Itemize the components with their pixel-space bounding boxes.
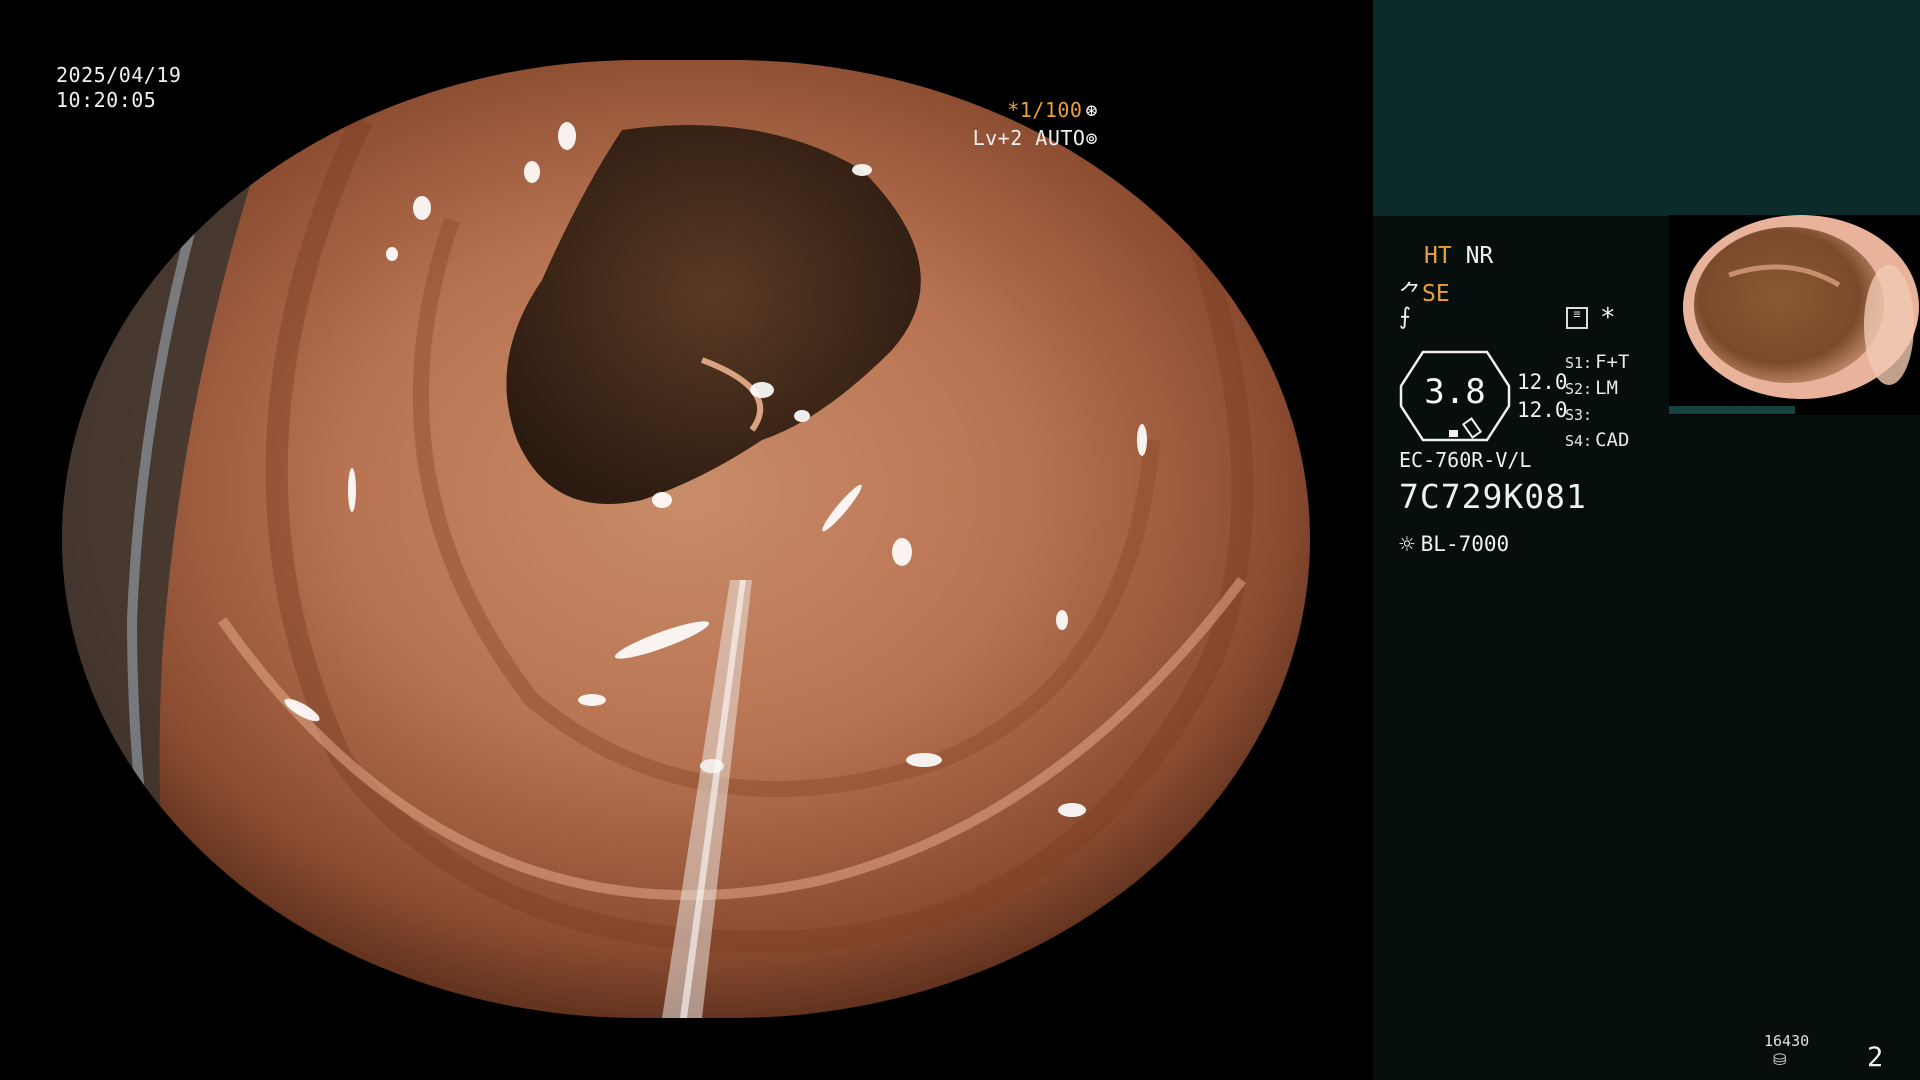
- level-value: Lv+2 AUTO: [972, 126, 1086, 150]
- shutter-icon: ⊛: [1085, 98, 1098, 122]
- switch-s3: S3:: [1565, 406, 1593, 424]
- reading-1: 12.0: [1517, 370, 1568, 394]
- time-label: 10:20:05: [56, 88, 157, 112]
- light-source-row: ☼ BL-7000: [1399, 530, 1509, 560]
- info-panel: HT NR ⺈SE ⨍ ≡ * 3.8 12.0 12.0 S1: F+T S2:…: [1373, 0, 1920, 1080]
- storage-disk-icon: ⛁: [1773, 1050, 1787, 1069]
- se-row: ⺈SE: [1399, 274, 1450, 308]
- ht-nr-row: HT NR: [1424, 243, 1493, 269]
- thumbnail-bar: [1669, 406, 1795, 414]
- switch-s2: S2: LM: [1565, 377, 1618, 399]
- panel-top-band: [1373, 0, 1920, 216]
- page-number: 2: [1867, 1042, 1884, 1073]
- scope-model: EC-760R-V/L: [1399, 448, 1532, 472]
- ht-label: HT: [1424, 243, 1452, 269]
- switch-assignments: S1: F+T S2: LM S3: S4: CAD: [1565, 350, 1629, 454]
- light-source-label: BL-7000: [1420, 532, 1510, 556]
- auto-icon: ⊚: [1085, 126, 1098, 150]
- exposure-level: Lv+2 AUTO⊚: [973, 126, 1098, 151]
- date-label: 2025/04/19: [56, 63, 182, 87]
- star-indicator: *: [1600, 303, 1616, 333]
- switch-s4: S4: CAD: [1565, 429, 1630, 451]
- switch-s1: S1: F+T: [1565, 351, 1630, 373]
- settings-sliders-icon: ≡: [1566, 307, 1588, 329]
- shutter-value: *1/100: [1007, 98, 1083, 122]
- light-source-icon: ☼: [1399, 530, 1415, 560]
- endoscope-image: [62, 60, 1310, 1018]
- magnification-value: 3.8: [1424, 372, 1486, 412]
- f-row: ⨍: [1399, 304, 1411, 330]
- storage-count: 16430: [1764, 1032, 1810, 1050]
- reading-2: 12.0: [1517, 398, 1568, 422]
- thumbnail-preview[interactable]: [1669, 215, 1920, 415]
- endoscope-view-area: 2025/04/19 10:20:05 *1/100 ⊛ Lv+2 AUTO⊚: [0, 0, 1373, 1080]
- se-label: SE: [1422, 281, 1450, 307]
- function-icon: ⨍: [1399, 304, 1411, 330]
- shutter-speed: *1/100 ⊛: [1007, 98, 1098, 123]
- scope-serial: 7C729K081: [1399, 477, 1587, 516]
- nr-label: NR: [1465, 243, 1494, 269]
